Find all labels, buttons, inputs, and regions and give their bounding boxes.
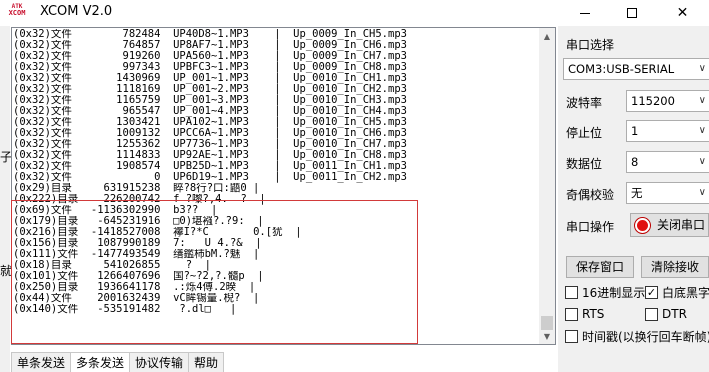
log-line: (0x32)文件 1118169 UP_001~2.MP3 | Up_0010_… [13, 84, 407, 95]
chevron-down-icon: ∨ [698, 95, 706, 106]
log-line: (0x222)目录 226200742 f ?嚟?,4. ? | [13, 194, 266, 205]
log-line: (0x32)文件 1009132 UPCC6A~1.MP3 | Up_0010_… [13, 128, 407, 139]
log-line: (0x29)目录 631915238 睟?8行?口:鼯0 | [13, 183, 260, 194]
tab-protocol[interactable]: 协议传输 [129, 352, 190, 372]
rts-label: RTS [582, 307, 605, 321]
rts-checkbox[interactable] [565, 307, 578, 321]
vertical-scrollbar[interactable]: ▲ ▼ [539, 28, 555, 344]
log-line: (0x140)文件 -535191482 ?.dl□ | [13, 304, 237, 315]
log-line: (0x32)文件 1114833 UP92AE~1.MP3 | Up_0010_… [13, 150, 407, 161]
log-line: (0x32)文件 782484 UP40D8~1.MP3 | Up_0009_I… [13, 29, 407, 40]
log-line: (0x179)目录 -645231916 □0)堪襁?.?9: | [13, 216, 264, 227]
tab-multi-send[interactable]: 多条发送 [70, 352, 131, 372]
parity-select[interactable]: 无 ∨ [626, 182, 709, 204]
white-bg-option[interactable]: ✓ 白底黑字 [645, 284, 709, 300]
dtr-checkbox[interactable] [645, 307, 658, 321]
hex-display-checkbox[interactable] [565, 285, 578, 299]
log-line: (0x44)文件 2001632439 vC眸锡量.棿? | [13, 293, 260, 304]
stop-bits-select[interactable]: 1 ∨ [626, 120, 709, 142]
log-line: (0x250)目录 1936641178 .:烁4傅.2暌 | [13, 282, 256, 293]
rts-option[interactable]: RTS [565, 306, 604, 322]
close-button[interactable]: ✕ [660, 0, 705, 26]
port-status-led-icon [635, 218, 650, 233]
chevron-down-icon: ∨ [698, 187, 706, 198]
log-line: (0x32)文件 0 UP6D19~1.MP3 | Up_0011_In_CH2… [13, 172, 407, 183]
white-bg-checkbox[interactable]: ✓ [645, 285, 658, 299]
window-title: XCOM V2.0 [40, 4, 113, 19]
close-port-button[interactable]: 关闭串口 [630, 213, 709, 237]
data-bits-label: 数据位 [566, 157, 603, 171]
log-line: (0x111)文件 -1477493549 缮鑑柿bM.?魅 | [13, 249, 260, 260]
logo-line2: XCOM [8, 9, 26, 17]
chevron-down-icon: ∨ [698, 125, 706, 136]
data-bits-value: 8 [631, 155, 639, 169]
chevron-down-icon: ∨ [698, 156, 706, 167]
log-line: (0x32)文件 997343 UPBFC3~1.MP3 | Up_0009_I… [13, 62, 407, 73]
log-line: (0x101)文件 1266407696 国?~?2,?.髓p | [13, 271, 264, 282]
timestamp-option[interactable]: 时间戳(以换行回车断帧) [565, 328, 709, 344]
dtr-option[interactable]: DTR [645, 306, 687, 322]
log-line: (0x32)文件 919260 UPA560~1.MP3 | Up_0009_I… [13, 51, 407, 62]
xcom-logo-icon: ATK XCOM [4, 4, 30, 22]
parity-label: 奇偶校验 [566, 188, 615, 202]
timestamp-checkbox[interactable] [565, 329, 578, 343]
stop-bits-label: 停止位 [566, 126, 603, 140]
log-line: (0x32)文件 965547 UP_001~4.MP3 | Up_0010_I… [13, 106, 407, 117]
minimize-icon [579, 12, 590, 14]
title-bar: ATK XCOM XCOM V2.0 ✕ [0, 0, 709, 26]
log-line: (0x69)文件 -1136302990 b3?? | [13, 205, 218, 216]
baud-select[interactable]: 115200 ∨ [626, 90, 709, 112]
log-line: (0x32)文件 1255362 UP7736~1.MP3 | Up_0010_… [13, 139, 407, 150]
save-window-button[interactable]: 保存窗口 [566, 256, 634, 278]
tab-help[interactable]: 帮助 [188, 352, 225, 372]
close-icon: ✕ [676, 5, 689, 21]
log-line: (0x32)文件 764857 UP8AF7~1.MP3 | Up_0009_I… [13, 40, 407, 51]
settings-panel: 串口选择 COM3:USB-SERIAL ∨ 波特率 115200 ∨ 停止位 … [558, 26, 709, 372]
port-select-label: 串口选择 [566, 38, 615, 52]
parity-value: 无 [631, 186, 643, 200]
scroll-down-icon[interactable]: ▼ [539, 328, 555, 344]
port-op-label: 串口操作 [566, 220, 615, 234]
maximize-button[interactable] [609, 0, 654, 26]
chevron-down-icon: ∨ [698, 63, 706, 74]
log-line: (0x18)目录 541026855 ? | [13, 260, 212, 271]
bottom-tabs: 单条发送 多条发送 协议传输 帮助 [11, 352, 225, 372]
port-select[interactable]: COM3:USB-SERIAL ∨ [563, 58, 709, 80]
close-port-label: 关闭串口 [657, 218, 706, 232]
minimize-button[interactable] [562, 0, 607, 26]
dtr-label: DTR [662, 307, 687, 321]
clear-receive-button[interactable]: 清除接收 [641, 256, 709, 278]
log-line: (0x32)文件 1430969 UP_001~1.MP3 | Up_0010_… [13, 73, 407, 84]
log-line: (0x32)文件 1165759 UP_001~3.MP3 | Up_0010_… [13, 95, 407, 106]
port-select-value: COM3:USB-SERIAL [568, 62, 675, 76]
maximize-icon [626, 8, 637, 18]
log-line: (0x32)文件 1908574 UPB25D~1.MP3 | Up_0011_… [13, 161, 407, 172]
scroll-up-icon[interactable]: ▲ [539, 28, 555, 44]
log-line: (0x216)目录 -1418527008 襻I?*C 0.[犹 | [13, 227, 302, 238]
white-bg-label: 白底黑字 [662, 285, 709, 300]
log-line: (0x32)文件 1303421 UPA102~1.MP3 | Up_0010_… [13, 117, 407, 128]
receive-log-area[interactable]: (0x32)文件 782484 UP40D8~1.MP3 | Up_0009_I… [11, 27, 556, 345]
log-line: (0x156)目录 1087990189 7: U 4.?& | [13, 238, 262, 249]
hex-display-label: 16进制显示 [582, 285, 646, 300]
baud-value: 115200 [631, 94, 675, 108]
log-lines: (0x32)文件 782484 UP40D8~1.MP3 | Up_0009_I… [13, 29, 540, 315]
tab-single-send[interactable]: 单条发送 [11, 352, 72, 372]
data-bits-select[interactable]: 8 ∨ [626, 151, 709, 173]
stop-bits-value: 1 [631, 124, 639, 138]
hex-display-option[interactable]: 16进制显示 [565, 284, 645, 300]
background-window-strip: 子 就 [0, 26, 12, 372]
baud-label: 波特率 [566, 96, 603, 110]
timestamp-label: 时间戳(以换行回车断帧) [582, 329, 709, 344]
